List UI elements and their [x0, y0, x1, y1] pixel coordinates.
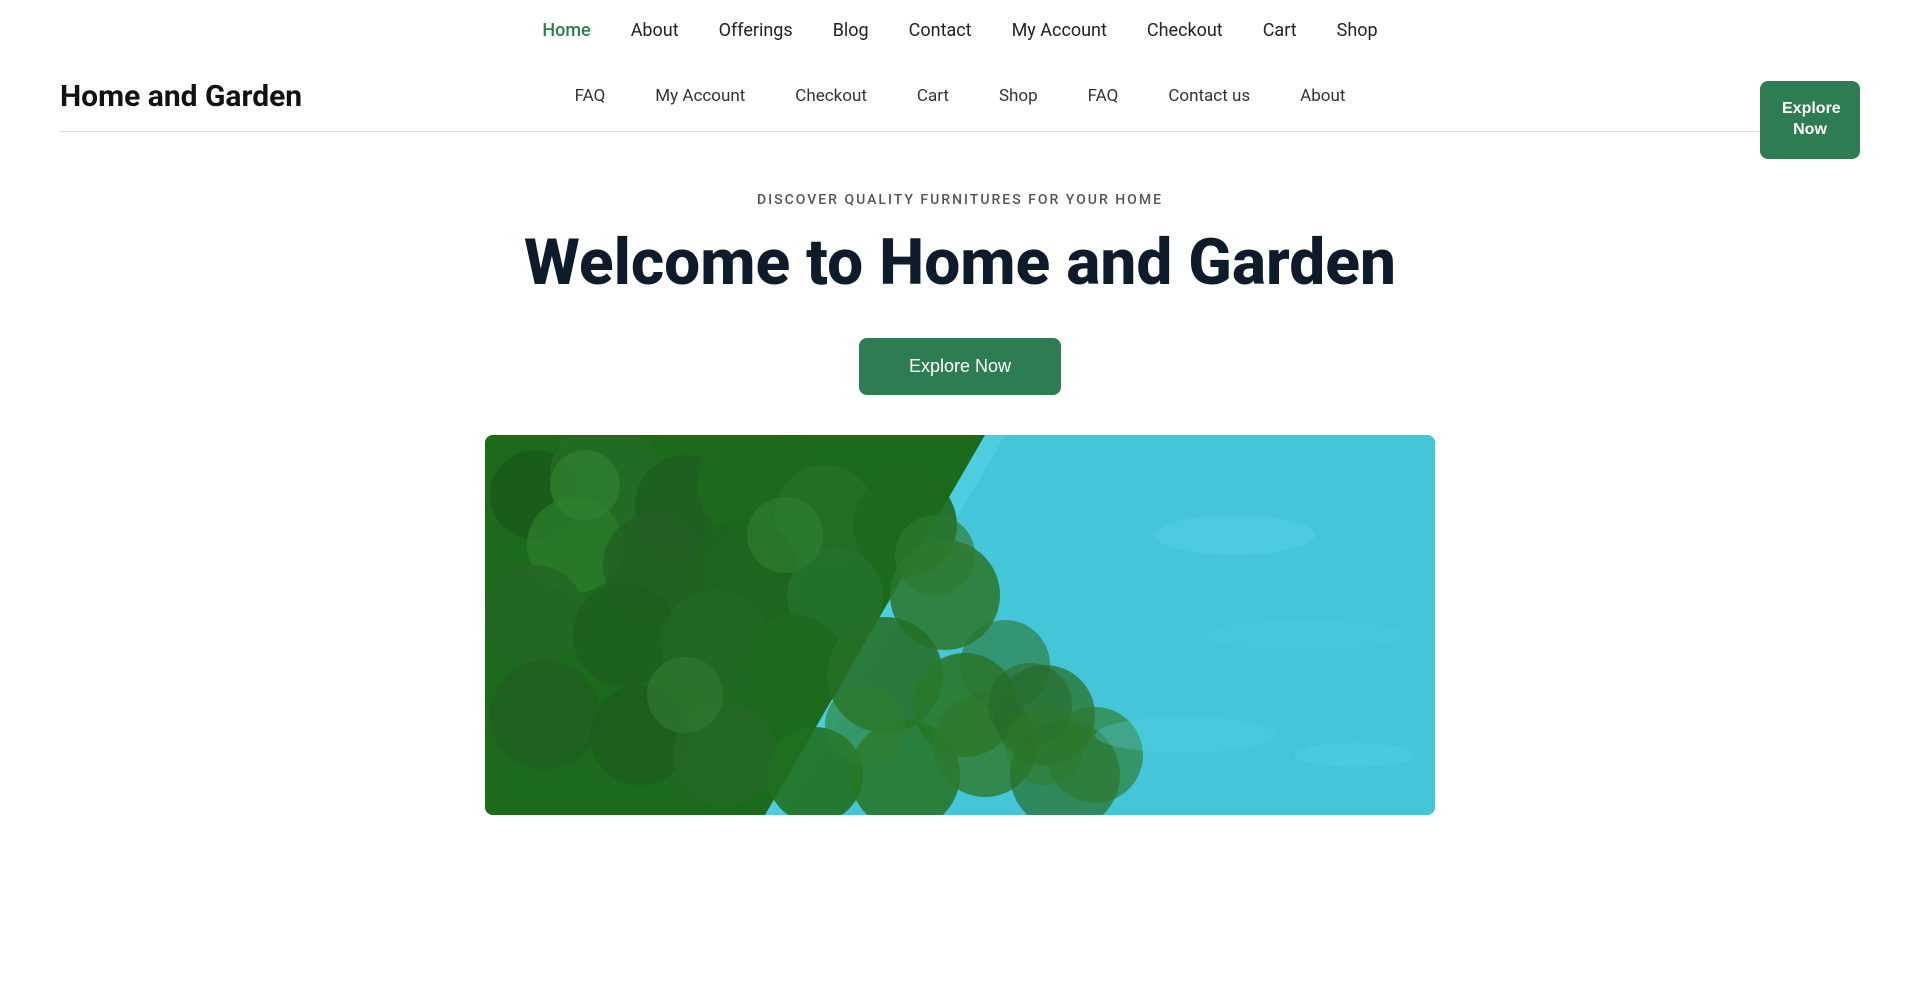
hero-section: DISCOVER QUALITY FURNITURES FOR YOUR HOM…	[0, 132, 1920, 855]
hero-image	[485, 435, 1435, 815]
sec-nav-shop[interactable]: Shop	[999, 86, 1038, 106]
sec-nav-my-account[interactable]: My Account	[655, 86, 745, 106]
nav-checkout[interactable]: Checkout	[1147, 20, 1223, 41]
sec-nav-faq-2[interactable]: FAQ	[1088, 86, 1119, 106]
nav-blog[interactable]: Blog	[833, 20, 869, 41]
sec-nav-cart[interactable]: Cart	[917, 86, 949, 106]
nav-cart[interactable]: Cart	[1263, 20, 1297, 41]
nav-home[interactable]: Home	[542, 20, 590, 41]
nav-contact[interactable]: Contact	[909, 20, 972, 41]
sec-nav-faq-1[interactable]: FAQ	[575, 86, 606, 106]
hero-title: Welcome to Home and Garden	[20, 228, 1900, 298]
sec-nav-checkout[interactable]: Checkout	[795, 86, 867, 106]
hero-image-inner	[485, 435, 1435, 815]
hero-subtitle: DISCOVER QUALITY FURNITURES FOR YOUR HOM…	[20, 192, 1900, 208]
explore-now-corner-button[interactable]: Explore Now	[1760, 81, 1860, 159]
nav-my-account[interactable]: My Account	[1012, 20, 1107, 41]
forest-svg	[485, 435, 1435, 815]
nav-about[interactable]: About	[631, 20, 679, 41]
top-nav: Home About Offerings Blog Contact My Acc…	[60, 0, 1860, 61]
sec-nav-contact-us[interactable]: Contact us	[1168, 86, 1250, 106]
nav-offerings[interactable]: Offerings	[719, 20, 793, 41]
sec-nav-about[interactable]: About	[1300, 86, 1345, 106]
logo-row: Home and Garden FAQ My Account Checkout …	[60, 61, 1860, 131]
explore-now-hero-button[interactable]: Explore Now	[859, 338, 1061, 395]
nav-shop[interactable]: Shop	[1337, 20, 1378, 41]
site-logo: Home and Garden	[60, 79, 302, 114]
secondary-nav: FAQ My Account Checkout Cart Shop FAQ Co…	[60, 71, 1860, 121]
